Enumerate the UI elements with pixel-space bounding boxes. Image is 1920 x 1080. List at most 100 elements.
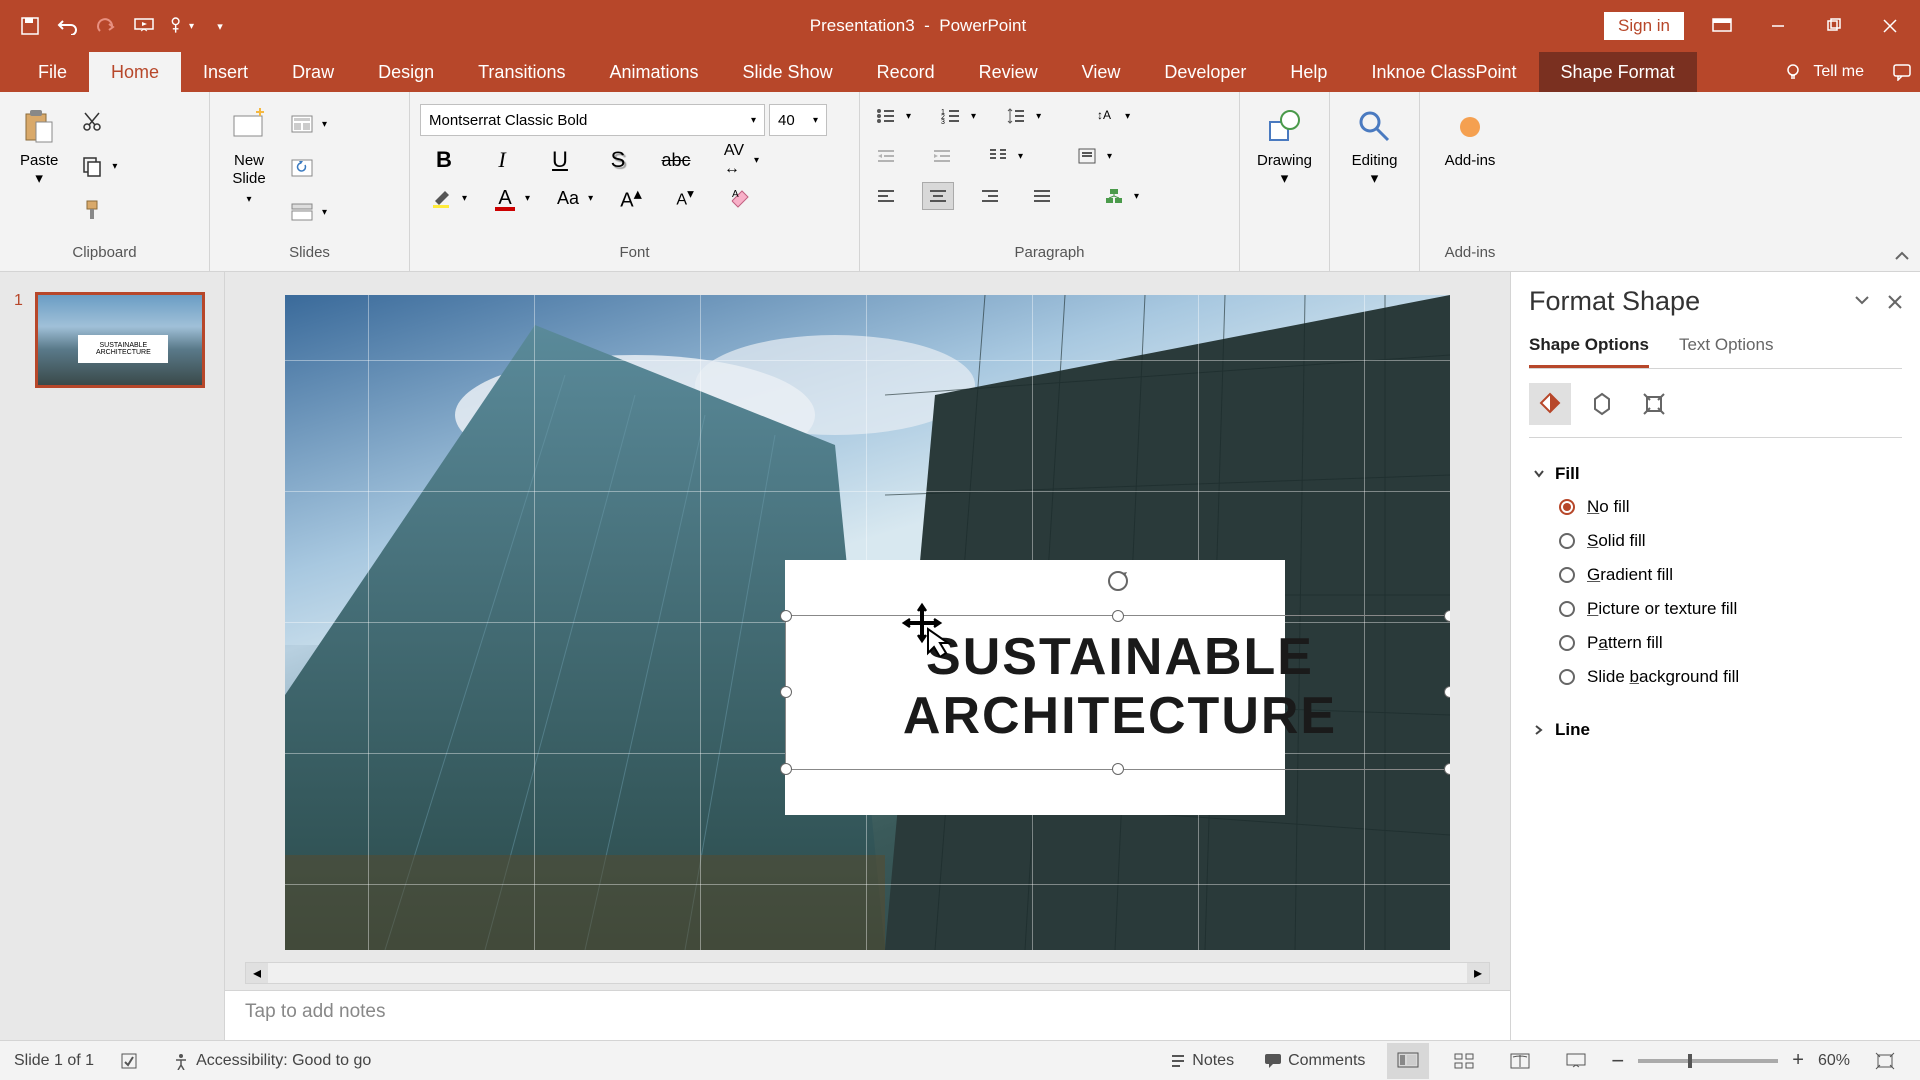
tab-review[interactable]: Review [957, 52, 1060, 93]
close-button[interactable] [1872, 8, 1908, 44]
tab-help[interactable]: Help [1268, 52, 1349, 93]
font-size-combo[interactable]: 40▾ [769, 104, 827, 136]
tab-draw[interactable]: Draw [270, 52, 356, 93]
italic-button[interactable]: I [486, 146, 518, 174]
increase-indent-button[interactable] [926, 142, 958, 170]
justify-button[interactable] [1026, 182, 1058, 210]
slide-sorter-view-button[interactable] [1443, 1043, 1485, 1079]
tab-design[interactable]: Design [356, 52, 456, 93]
strikethrough-button[interactable]: abc [660, 146, 692, 174]
tab-developer[interactable]: Developer [1142, 52, 1268, 93]
resize-handle-se[interactable] [1444, 763, 1450, 775]
resize-handle-s[interactable] [1112, 763, 1124, 775]
slideshow-view-button[interactable] [1555, 1043, 1597, 1079]
highlight-button[interactable] [426, 184, 458, 212]
tab-slideshow[interactable]: Slide Show [721, 52, 855, 93]
decrease-font-button[interactable]: A▾ [669, 184, 701, 212]
fill-section-header[interactable]: Fill [1533, 458, 1902, 490]
cut-button[interactable] [76, 108, 108, 136]
editing-button[interactable]: Editing▾ [1342, 104, 1408, 192]
clear-formatting-button[interactable]: A [723, 184, 755, 212]
zoom-slider-thumb[interactable] [1688, 1054, 1692, 1068]
slide-canvas[interactable]: SUSTAINABLE ARCHITECTURE [285, 295, 1450, 950]
sign-in-button[interactable]: Sign in [1604, 12, 1684, 40]
numbering-button[interactable]: 123 [935, 102, 967, 130]
char-spacing-button[interactable]: AV↔ [718, 146, 750, 174]
notes-button[interactable]: Notes [1162, 1048, 1242, 1074]
spellcheck-button[interactable] [120, 1052, 138, 1070]
tab-view[interactable]: View [1060, 52, 1143, 93]
tab-record[interactable]: Record [855, 52, 957, 93]
tab-transitions[interactable]: Transitions [456, 52, 587, 93]
pattern-fill-radio[interactable]: Pattern fill [1533, 626, 1902, 660]
section-button[interactable] [286, 198, 318, 226]
minimize-button[interactable] [1760, 8, 1796, 44]
customize-qat-button[interactable]: ▾ [208, 14, 232, 38]
increase-font-button[interactable]: A▴ [615, 184, 647, 212]
comments-button[interactable]: Comments [1256, 1048, 1373, 1074]
zoom-in-button[interactable]: + [1792, 1049, 1804, 1072]
normal-view-button[interactable] [1387, 1043, 1429, 1079]
pane-options-button[interactable] [1854, 295, 1870, 309]
align-left-button[interactable] [870, 182, 902, 210]
layout-button[interactable] [286, 110, 318, 138]
align-center-button[interactable] [922, 182, 954, 210]
save-button[interactable] [18, 14, 42, 38]
text-options-tab[interactable]: Text Options [1679, 335, 1774, 368]
line-section-header[interactable]: Line [1533, 714, 1902, 746]
ribbon-display-options-button[interactable] [1704, 8, 1740, 44]
underline-button[interactable]: U [544, 146, 576, 174]
resize-handle-w[interactable] [780, 686, 792, 698]
size-props-tab-icon[interactable] [1633, 383, 1675, 425]
change-case-button[interactable]: Aa [552, 184, 584, 212]
resize-handle-nw[interactable] [780, 610, 792, 622]
shape-options-tab[interactable]: Shape Options [1529, 335, 1649, 368]
resize-handle-n[interactable] [1112, 610, 1124, 622]
font-color-button[interactable]: A [489, 184, 521, 212]
zoom-out-button[interactable]: − [1611, 1048, 1624, 1074]
tab-classpoint[interactable]: Inknoe ClassPoint [1349, 52, 1538, 93]
copy-button[interactable] [76, 152, 108, 180]
columns-button[interactable] [982, 142, 1014, 170]
comments-pane-button[interactable] [1884, 54, 1920, 90]
align-text-button[interactable] [1071, 142, 1103, 170]
bold-button[interactable]: B [428, 146, 460, 174]
new-slide-button[interactable]: New Slide ▾ [220, 104, 278, 209]
undo-button[interactable] [56, 14, 80, 38]
font-name-combo[interactable]: Montserrat Classic Bold▾ [420, 104, 765, 136]
reading-view-button[interactable] [1499, 1043, 1541, 1079]
resize-handle-ne[interactable] [1444, 610, 1450, 622]
solid-fill-radio[interactable]: Solid fill [1533, 524, 1902, 558]
accessibility-button[interactable]: Accessibility: Good to go [164, 1048, 379, 1074]
drawing-button[interactable]: Drawing▾ [1247, 104, 1322, 192]
maximize-button[interactable] [1816, 8, 1852, 44]
format-painter-button[interactable] [76, 196, 108, 224]
rotation-handle[interactable] [1105, 568, 1131, 594]
fill-line-tab-icon[interactable] [1529, 383, 1571, 425]
effects-tab-icon[interactable] [1581, 383, 1623, 425]
tab-home[interactable]: Home [89, 52, 181, 93]
notes-pane[interactable]: Tap to add notes [225, 990, 1510, 1040]
smartart-button[interactable] [1098, 182, 1130, 210]
shadow-button[interactable]: S [602, 146, 634, 174]
tab-animations[interactable]: Animations [587, 52, 720, 93]
scroll-right-button[interactable]: ▸ [1467, 963, 1489, 983]
line-spacing-button[interactable] [1000, 102, 1032, 130]
no-fill-radio[interactable]: No fill [1533, 490, 1902, 524]
fit-to-window-button[interactable] [1864, 1043, 1906, 1079]
text-direction-button[interactable]: ↕A [1089, 102, 1121, 130]
picture-fill-radio[interactable]: Picture or texture fill [1533, 592, 1902, 626]
addins-button[interactable]: Add-ins [1435, 104, 1506, 174]
slide-thumbnail-1[interactable]: SUSTAINABLE ARCHITECTURE [35, 292, 205, 388]
tab-insert[interactable]: Insert [181, 52, 270, 93]
decrease-indent-button[interactable] [870, 142, 902, 170]
resize-handle-e[interactable] [1444, 686, 1450, 698]
gradient-fill-radio[interactable]: Gradient fill [1533, 558, 1902, 592]
selected-text-box[interactable] [785, 615, 1450, 770]
horizontal-scrollbar[interactable]: ◂ ▸ [245, 962, 1490, 984]
present-from-beginning-button[interactable] [132, 14, 156, 38]
collapse-ribbon-button[interactable] [1894, 251, 1910, 263]
paste-button[interactable]: Paste▾ [10, 104, 68, 192]
tab-shape-format[interactable]: Shape Format [1539, 52, 1697, 93]
scroll-left-button[interactable]: ◂ [246, 963, 268, 983]
